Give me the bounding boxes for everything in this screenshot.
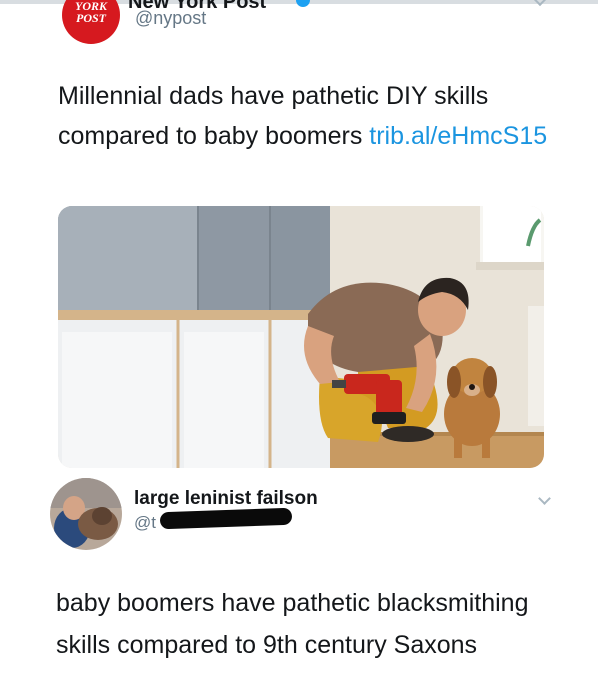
reply-text: baby boomers have pathetic blacksmithing… bbox=[56, 589, 529, 659]
tweet-photo[interactable] bbox=[58, 206, 544, 468]
nypost-logo-avatar[interactable]: YORK POST bbox=[62, 0, 120, 44]
chevron-down-icon[interactable] bbox=[538, 492, 551, 505]
logo-text-line2: POST bbox=[76, 11, 106, 25]
tweet-text: Millennial dads have pathetic DIY skills… bbox=[58, 76, 558, 156]
redaction-scribble bbox=[159, 507, 293, 530]
tweet-handle[interactable]: @nypost bbox=[135, 8, 206, 29]
person-with-dog-avatar bbox=[50, 478, 122, 550]
reply-avatar[interactable] bbox=[50, 478, 122, 550]
tweet-link[interactable]: trib.al/eHmcS15 bbox=[369, 122, 547, 150]
man-drilling-with-dog-photo bbox=[58, 206, 544, 468]
reply-handle[interactable]: @t bbox=[134, 513, 156, 533]
verified-badge-icon bbox=[296, 0, 310, 7]
reply-display-name[interactable]: large leninist failson bbox=[134, 488, 318, 510]
